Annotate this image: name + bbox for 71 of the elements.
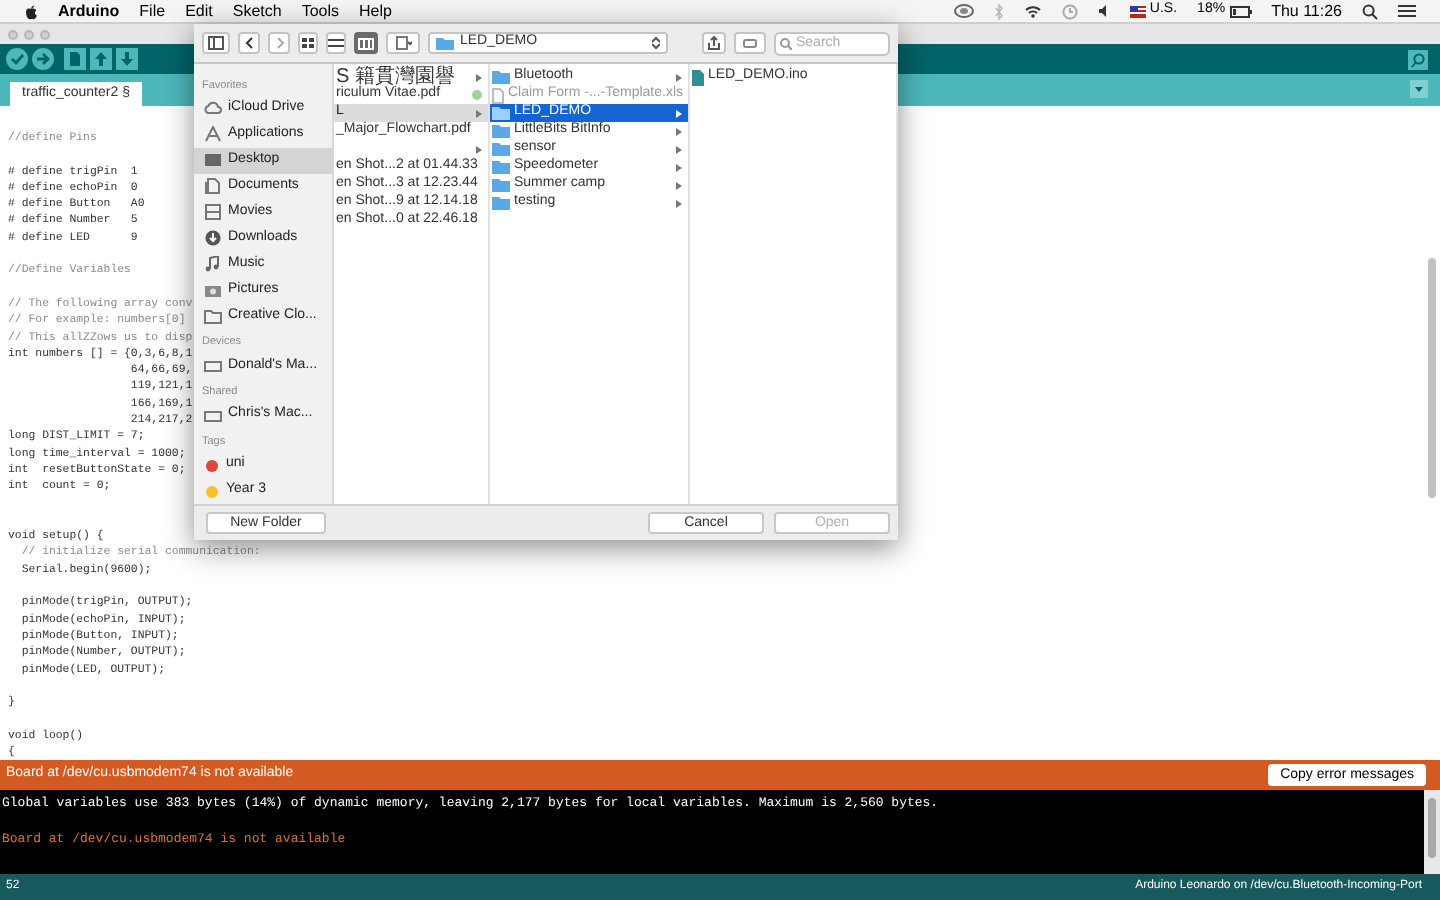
- forward-button[interactable]: [268, 32, 290, 54]
- columns-icon: [358, 37, 374, 49]
- icon-view-button[interactable]: [298, 32, 318, 54]
- battery-icon[interactable]: [1229, 5, 1252, 17]
- new-file-button[interactable]: [64, 48, 86, 70]
- disclosure-arrow-icon: [676, 145, 682, 153]
- apple-icon: [24, 3, 38, 19]
- disclosure-arrow-icon: [676, 199, 682, 207]
- console-scrollbar[interactable]: [1428, 798, 1436, 858]
- disclosure-arrow-icon: [476, 145, 482, 153]
- icon-view-icon: [300, 36, 316, 50]
- sidebar-toggle-icon: [208, 36, 224, 50]
- share-icon: [706, 36, 722, 50]
- a-letter-icon: [204, 126, 222, 143]
- serial-monitor-button[interactable]: [1408, 49, 1428, 69]
- app-menu[interactable]: Arduino: [58, 0, 120, 23]
- sidebar-toggle-button[interactable]: [202, 32, 230, 54]
- menu-item[interactable]: Edit: [185, 0, 213, 23]
- folder-icon: [436, 36, 454, 50]
- disclosure-arrow-icon: [476, 109, 482, 117]
- file-row[interactable]: S 籍貫灣園譽: [334, 68, 488, 86]
- menu-item[interactable]: Tools: [301, 0, 340, 23]
- cloud-icon: [204, 100, 222, 117]
- disclosure-arrow-icon: [676, 109, 682, 117]
- film-icon: [204, 204, 222, 221]
- camera-icon: [204, 281, 222, 298]
- back-button[interactable]: [238, 32, 260, 54]
- tag-icon: [742, 36, 758, 50]
- folder-icon: [492, 70, 510, 84]
- folder-icon: [204, 307, 222, 324]
- forward-icon: [271, 36, 287, 50]
- list-view-button[interactable]: [326, 32, 346, 54]
- scrollbar-thumb[interactable]: [1428, 258, 1436, 498]
- menu-item[interactable]: File: [139, 0, 166, 23]
- stack-icon[interactable]: [953, 4, 974, 18]
- speaker-icon[interactable]: [1097, 4, 1110, 18]
- list-view-icon: [328, 36, 344, 50]
- menu-item[interactable]: Sketch: [232, 0, 282, 23]
- share-button[interactable]: [702, 32, 726, 54]
- disclosure-arrow-icon: [676, 127, 682, 135]
- open-button[interactable]: [90, 48, 112, 70]
- clock-icon[interactable]: [1061, 3, 1078, 19]
- desktop-icon: [204, 152, 222, 169]
- column-view-button[interactable]: [354, 32, 378, 54]
- disclosure-arrow-icon: [676, 163, 682, 171]
- list-icon[interactable]: [1398, 4, 1416, 18]
- dropdown-button[interactable]: [1410, 80, 1428, 98]
- computer-icon: [204, 357, 222, 374]
- sketch-file-icon: [692, 69, 704, 85]
- document-icon: [204, 178, 222, 195]
- disclosure-arrow-icon: [476, 73, 482, 81]
- music-note-icon: [204, 255, 222, 272]
- wifi-icon[interactable]: [1023, 4, 1042, 18]
- flag-icon[interactable]: [1129, 5, 1146, 17]
- verify-button[interactable]: [6, 48, 28, 70]
- arrange-icon: [395, 36, 411, 50]
- search-icon: [780, 37, 792, 49]
- upload-button[interactable]: [32, 48, 54, 70]
- menu-clock[interactable]: Thu 11:26: [1271, 0, 1342, 23]
- back-icon: [241, 36, 257, 50]
- download-icon: [204, 230, 222, 247]
- search-icon[interactable]: [1362, 3, 1378, 19]
- tag-button[interactable]: [734, 32, 766, 54]
- arrange-button[interactable]: [386, 32, 420, 54]
- disclosure-arrow-icon: [676, 73, 682, 81]
- disclosure-arrow-icon: [676, 181, 682, 189]
- computer-icon: [204, 407, 222, 424]
- save-button[interactable]: [116, 48, 138, 70]
- document-icon: [492, 87, 504, 103]
- menu-item[interactable]: Help: [359, 0, 392, 23]
- updown-icon: [652, 36, 660, 50]
